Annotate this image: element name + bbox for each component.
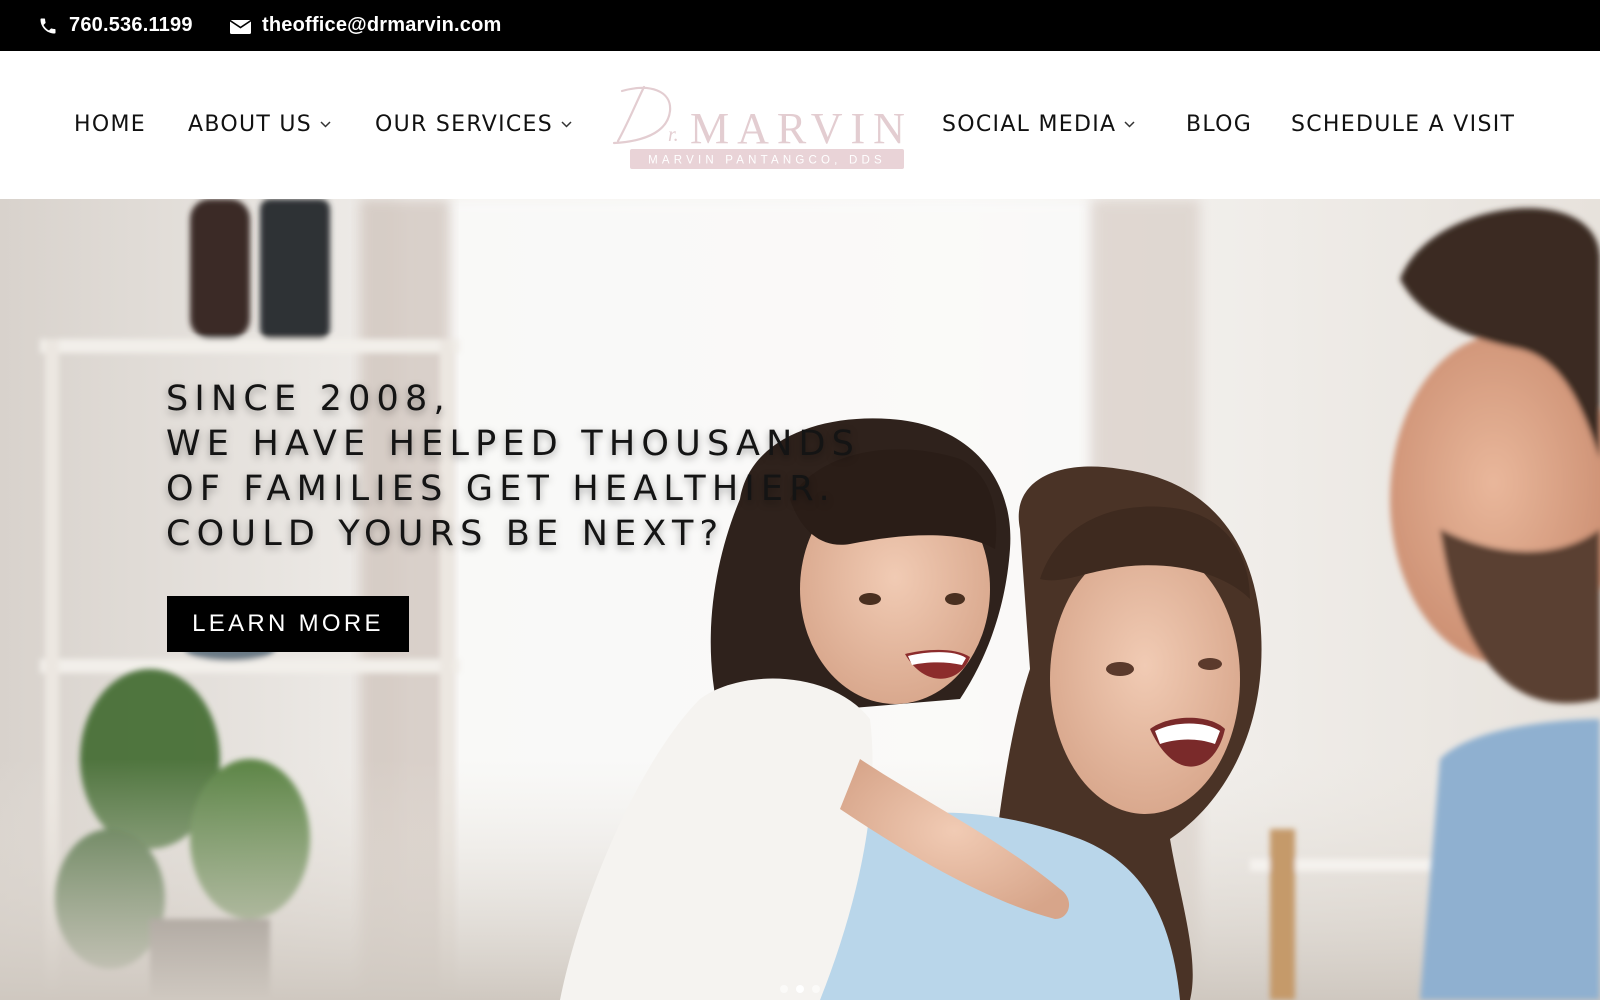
learn-more-button[interactable]: LEARN MORE xyxy=(167,596,409,652)
top-contact-bar: 760.536.1199 theoffice@drmarvin.com xyxy=(0,0,1600,51)
phone-number: 760.536.1199 xyxy=(69,14,193,36)
nav-social-label: SOCIAL MEDIA xyxy=(942,111,1117,137)
nav-blog-label: BLOG xyxy=(1186,111,1253,137)
hero-line-1: SINCE 2008, xyxy=(166,379,451,419)
logo-tagline: MARVIN PANTANGCO, DDS xyxy=(648,155,886,167)
nav-home[interactable]: HOME xyxy=(74,109,146,139)
nav-services-label: OUR SERVICES xyxy=(375,111,554,137)
slider-dot-3[interactable] xyxy=(812,985,820,993)
hero-line-4: COULD YOURS BE NEXT? xyxy=(166,514,725,554)
phone-link[interactable]: 760.536.1199 xyxy=(38,0,193,51)
chevron-down-icon xyxy=(1124,120,1135,128)
chevron-down-icon xyxy=(561,120,572,128)
chevron-down-icon xyxy=(320,120,331,128)
nav-blog[interactable]: BLOG xyxy=(1186,109,1252,139)
dr-marvin-logo[interactable]: r. MARVIN MARVIN PANTANGCO, DDS xyxy=(610,81,910,173)
nav-schedule-a-visit[interactable]: SCHEDULE A VISIT xyxy=(1291,109,1515,139)
nav-about-label: ABOUT US xyxy=(188,111,313,137)
nav-home-label: HOME xyxy=(74,111,146,137)
nav-schedule-label: SCHEDULE A VISIT xyxy=(1291,111,1516,137)
envelope-icon xyxy=(230,19,251,34)
nav-social-media[interactable]: SOCIAL MEDIA xyxy=(942,109,1135,139)
hero-line-3: OF FAMILIES GET HEALTHIER. xyxy=(166,469,836,509)
slider-dot-2[interactable] xyxy=(796,985,804,993)
slider-dot-1[interactable] xyxy=(780,985,788,993)
nav-about-us[interactable]: ABOUT US xyxy=(188,109,331,139)
svg-text:MARVIN: MARVIN xyxy=(690,104,910,153)
hero-line-2: WE HAVE HELPED THOUSANDS xyxy=(166,424,861,464)
site-header: HOME ABOUT US OUR SERVICES r. MARVIN MAR… xyxy=(0,51,1600,199)
email-address: theoffice@drmarvin.com xyxy=(262,14,502,36)
nav-our-services[interactable]: OUR SERVICES xyxy=(375,109,572,139)
hero-headline: SINCE 2008, WE HAVE HELPED THOUSANDS OF … xyxy=(166,377,860,557)
phone-icon xyxy=(40,18,56,33)
slider-pagination xyxy=(780,985,820,993)
svg-text:r.: r. xyxy=(668,124,679,146)
hero-slider: SINCE 2008, WE HAVE HELPED THOUSANDS OF … xyxy=(0,199,1600,1000)
email-link[interactable]: theoffice@drmarvin.com xyxy=(230,0,502,51)
